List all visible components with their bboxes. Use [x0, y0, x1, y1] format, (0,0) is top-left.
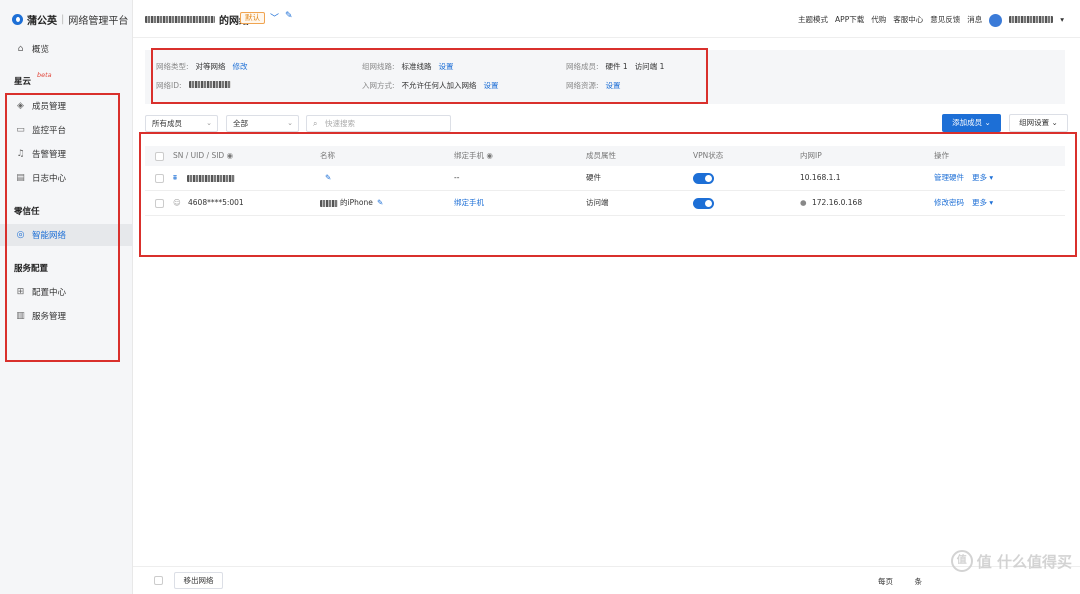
field-resources: 网络资源: 设置: [566, 81, 621, 90]
more-dropdown[interactable]: 更多 ▾: [972, 166, 993, 190]
join-set-link[interactable]: 设置: [484, 81, 499, 90]
modify-link[interactable]: 修改: [233, 62, 248, 71]
clipboard-icon: ▤: [16, 172, 25, 183]
redacted-network-name: [145, 16, 215, 23]
search-icon: ⌕: [313, 119, 318, 128]
table-row: ⩩ ✎ -- 硬件 10.168.1.1 管理硬件 更多 ▾: [145, 166, 1065, 191]
resource-set-link[interactable]: 设置: [606, 81, 621, 90]
chevron-down-icon[interactable]: ﹀: [270, 11, 279, 24]
chevron-down-icon[interactable]: ▾: [1060, 15, 1064, 24]
brand-name: 蒲公英: [27, 16, 57, 27]
grid-icon: ⊞: [16, 286, 25, 297]
brand-subtitle: 网络管理平台: [68, 16, 129, 27]
redacted-username[interactable]: [1009, 16, 1054, 23]
link-purchase[interactable]: 代购: [871, 14, 886, 25]
per-page-label: 每页 条: [878, 577, 922, 586]
watermark: 值 值 什么值得买: [950, 550, 1072, 572]
monitor-icon: ▭: [16, 124, 25, 135]
redacted-sn: [187, 175, 235, 182]
link-app-download[interactable]: APP下载: [835, 14, 864, 25]
col-attr: 成员属性: [586, 151, 616, 160]
sidebar: 蒲公英 | 网络管理平台 ⌂ 概览 星云 beta ◈ 成员管理 ▭ 监控平台 …: [0, 0, 133, 594]
bell-icon: ♫: [16, 148, 25, 159]
link-feedback[interactable]: 意见反馈: [930, 14, 960, 25]
col-vpn: VPN状态: [693, 151, 724, 160]
network-title: 的网络: [145, 12, 249, 27]
footer-select-all-checkbox[interactable]: [154, 576, 163, 585]
sidebar-item-service[interactable]: ▥ 服务管理: [0, 305, 133, 327]
member-filter-select[interactable]: 所有成员 ⌄: [145, 115, 218, 132]
row-checkbox[interactable]: [155, 174, 164, 183]
col-actions: 操作: [934, 151, 949, 160]
row-checkbox[interactable]: [155, 199, 164, 208]
chevron-down-icon: ⌄: [206, 119, 212, 127]
sidebar-item-monitor[interactable]: ▭ 监控平台: [0, 119, 133, 141]
network-icon: ◎: [16, 229, 25, 240]
manage-hardware-link[interactable]: 管理硬件: [934, 166, 964, 190]
router-icon: ⩩: [173, 173, 178, 182]
select-all-checkbox[interactable]: [155, 152, 164, 161]
dandelion-logo-icon: [12, 14, 23, 25]
field-line: 组网线路: 标准线路 设置: [362, 62, 454, 71]
eye-icon: ◉: [486, 151, 493, 160]
edit-icon[interactable]: ✎: [377, 191, 383, 215]
redacted-owner: [320, 200, 338, 207]
more-dropdown[interactable]: 更多 ▾: [972, 191, 993, 215]
link-messages[interactable]: 消息: [967, 14, 982, 25]
chevron-down-icon: ⌄: [287, 119, 293, 127]
sidebar-item-alerts[interactable]: ♫ 告警管理: [0, 143, 133, 165]
document-icon: ▥: [16, 310, 25, 321]
vpn-toggle[interactable]: [693, 173, 714, 184]
sidebar-item-config[interactable]: ⊞ 配置中心: [0, 281, 133, 303]
watermark-logo-icon: 值: [950, 550, 973, 572]
apple-icon: ●: [800, 198, 807, 207]
sidebar-item-logs[interactable]: ▤ 日志中心: [0, 167, 133, 189]
col-sn: SN / UID / SID ◉: [173, 151, 234, 160]
line-set-link[interactable]: 设置: [439, 62, 454, 71]
home-icon: ⌂: [17, 43, 24, 54]
top-bar: 的网络 默认 ﹀ ✎ 主题模式 APP下载 代购 客服中心 意见反馈 消息 ▾: [133, 0, 1080, 38]
bind-phone-link[interactable]: 绑定手机: [454, 191, 484, 215]
col-phone: 绑定手机 ◉: [454, 151, 493, 160]
field-net-type: 网络类型: 对等网络 修改: [156, 62, 248, 71]
edit-icon[interactable]: ✎: [285, 11, 293, 21]
network-info-panel: 网络类型: 对等网络 修改 网络ID: 组网线路: 标准线路 设置 入网方式: 不允许任何…: [145, 50, 1065, 104]
user-icon: ☺: [173, 198, 181, 207]
top-nav: 主题模式 APP下载 代购 客服中心 意见反馈 消息 ▾: [798, 13, 1064, 27]
beta-badge: beta: [37, 71, 52, 79]
type-filter-select[interactable]: 全部 ⌄: [226, 115, 299, 132]
remove-from-network-button[interactable]: 移出网络: [174, 572, 223, 589]
redacted-net-id: [188, 81, 231, 88]
link-theme[interactable]: 主题模式: [798, 14, 828, 25]
col-name: 名称: [320, 151, 335, 160]
default-tag: 默认: [240, 12, 265, 24]
change-password-link[interactable]: 修改密码: [934, 191, 964, 215]
sidebar-item-smart-network[interactable]: ◎ 智能网络: [0, 224, 133, 246]
eye-icon: ◉: [226, 151, 234, 160]
layers-icon: ◈: [17, 100, 24, 111]
group-service: 服务配置: [14, 264, 49, 274]
col-ip: 内网IP: [800, 151, 822, 160]
table-row: ☺ 4608****5:001 的iPhone ✎ 绑定手机 访问端 ● 172…: [145, 191, 1065, 216]
table-header: SN / UID / SID ◉ 名称 绑定手机 ◉ 成员属性 VPN状态 内网…: [145, 146, 1065, 166]
footer-bar: 移出网络 每页 条: [133, 566, 1080, 594]
avatar[interactable]: [989, 14, 1003, 27]
sidebar-item-members[interactable]: ◈ 成员管理: [0, 95, 133, 117]
sidebar-item-overview[interactable]: ⌂ 概览: [0, 38, 133, 60]
group-settings-button[interactable]: 组网设置 ⌄: [1009, 114, 1068, 132]
field-members: 网络成员: 硬件 1 访问端 1: [566, 62, 665, 71]
edit-icon[interactable]: ✎: [325, 166, 331, 190]
field-join: 入网方式: 不允许任何人加入网络 设置: [362, 81, 499, 90]
add-member-button[interactable]: 添加成员 ⌄: [942, 114, 1001, 132]
link-support[interactable]: 客服中心: [893, 14, 923, 25]
search-input[interactable]: ⌕ 快速搜索: [306, 115, 451, 132]
group-xingyun: 星云: [14, 77, 32, 87]
group-zero-trust: 零信任: [14, 207, 40, 217]
brand[interactable]: 蒲公英 | 网络管理平台: [12, 12, 128, 27]
field-net-id: 网络ID:: [156, 80, 231, 91]
vpn-toggle[interactable]: [693, 198, 714, 209]
